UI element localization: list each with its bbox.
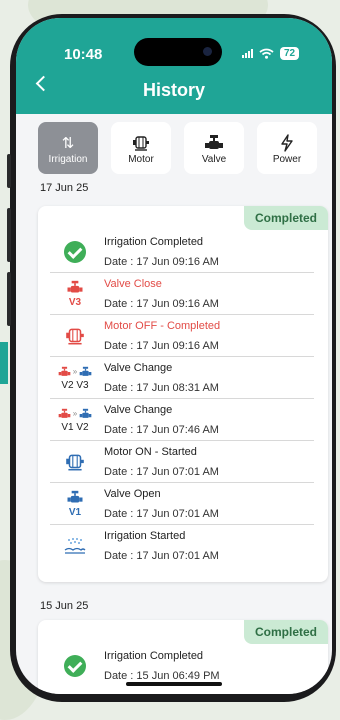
- tab-label: Irrigation: [48, 153, 88, 165]
- motor-icon: [131, 132, 151, 154]
- tab-power[interactable]: Power: [257, 122, 317, 174]
- event-date: Date : 17 Jun 07:46 AM: [104, 424, 219, 436]
- valve-id: V1: [68, 507, 82, 518]
- tab-valve[interactable]: Valve: [184, 122, 244, 174]
- list-item[interactable]: Irrigation Completed Date : 17 Jun 09:16…: [50, 232, 314, 273]
- status-icons: 72: [242, 47, 300, 60]
- status-time: 10:48: [64, 46, 103, 63]
- event-date: Date : 17 Jun 09:16 AM: [104, 340, 219, 352]
- list-item[interactable]: Irrigation Completed Date : 15 Jun 06:49…: [50, 646, 314, 686]
- valve-change-icon: »: [58, 366, 92, 378]
- battery-icon: 72: [280, 47, 300, 60]
- app-screen: 10:48 72 History ⇅ Irrigation Motor Valv…: [16, 18, 332, 694]
- valve-change-icon: »: [58, 408, 92, 420]
- tab-motor[interactable]: Motor: [111, 122, 171, 174]
- event-title: Irrigation Completed: [104, 236, 204, 248]
- event-title: Valve Open: [104, 488, 161, 500]
- wifi-icon: [259, 48, 274, 59]
- dynamic-island: [134, 38, 222, 66]
- event-title: Valve Close: [104, 278, 162, 290]
- tab-label: Power: [272, 153, 302, 165]
- event-title: Valve Change: [104, 404, 173, 416]
- event-date: Date : 17 Jun 08:31 AM: [104, 382, 219, 394]
- event-date: Date : 15 Jun 06:49 PM: [104, 670, 220, 682]
- valve-icon: [67, 280, 83, 293]
- sprinkler-icon: [64, 538, 86, 554]
- list-item[interactable]: » V2 V3 Valve Change Date : 17 Jun 08:31…: [50, 358, 314, 399]
- valve-ids: V2 V3: [61, 379, 89, 391]
- list-item[interactable]: Motor ON - Started Date : 17 Jun 07:01 A…: [50, 442, 314, 483]
- status-badge: Completed: [244, 206, 328, 230]
- event-title: Valve Change: [104, 362, 173, 374]
- app-header: 10:48 72 History: [16, 18, 332, 114]
- list-item[interactable]: » V1 V2 Valve Change Date : 17 Jun 07:46…: [50, 400, 314, 441]
- list-item[interactable]: Irrigation Started Date : 17 Jun 07:01 A…: [50, 526, 314, 566]
- tab-label: Valve: [201, 153, 227, 165]
- status-badge: Completed: [244, 620, 328, 644]
- bolt-icon: [279, 132, 295, 154]
- event-date: Date : 17 Jun 07:01 AM: [104, 550, 219, 562]
- home-indicator: [126, 682, 222, 686]
- tab-label: Motor: [128, 153, 154, 165]
- valve-ids: V1 V2: [61, 421, 89, 433]
- side-accent: [0, 342, 8, 384]
- valve-icon: [204, 132, 224, 154]
- history-card: Completed Irrigation Completed Date : 17…: [38, 206, 328, 582]
- event-title: Motor ON - Started: [104, 446, 197, 458]
- valve-id: V3: [68, 297, 82, 308]
- event-date: Date : 17 Jun 09:16 AM: [104, 256, 219, 268]
- list-item[interactable]: V3 Valve Close Date : 17 Jun 09:16 AM: [50, 274, 314, 315]
- day-date: 17 Jun 25: [40, 182, 89, 194]
- event-date: Date : 17 Jun 07:01 AM: [104, 508, 219, 520]
- motor-icon: [66, 328, 84, 345]
- event-date: Date : 17 Jun 09:16 AM: [104, 298, 219, 310]
- check-icon: [64, 655, 86, 677]
- day-date: 15 Jun 25: [40, 600, 89, 612]
- valve-icon: [67, 490, 83, 503]
- check-icon: [64, 241, 86, 263]
- arrows-icon: ⇅: [61, 134, 75, 152]
- list-item[interactable]: Motor OFF - Completed Date : 17 Jun 09:1…: [50, 316, 314, 357]
- event-title: Motor OFF - Completed: [104, 320, 221, 332]
- list-item[interactable]: V1 Valve Open Date : 17 Jun 07:01 AM: [50, 484, 314, 525]
- event-title: Irrigation Completed: [104, 650, 204, 662]
- page-title: History: [142, 80, 205, 100]
- event-title: Irrigation Started: [104, 530, 186, 542]
- motor-icon: [66, 454, 84, 471]
- history-tabs: ⇅ Irrigation Motor Valve Power: [38, 122, 317, 174]
- signal-icon: [242, 49, 253, 58]
- event-date: Date : 17 Jun 07:01 AM: [104, 466, 219, 478]
- tab-irrigation[interactable]: ⇅ Irrigation: [38, 122, 98, 174]
